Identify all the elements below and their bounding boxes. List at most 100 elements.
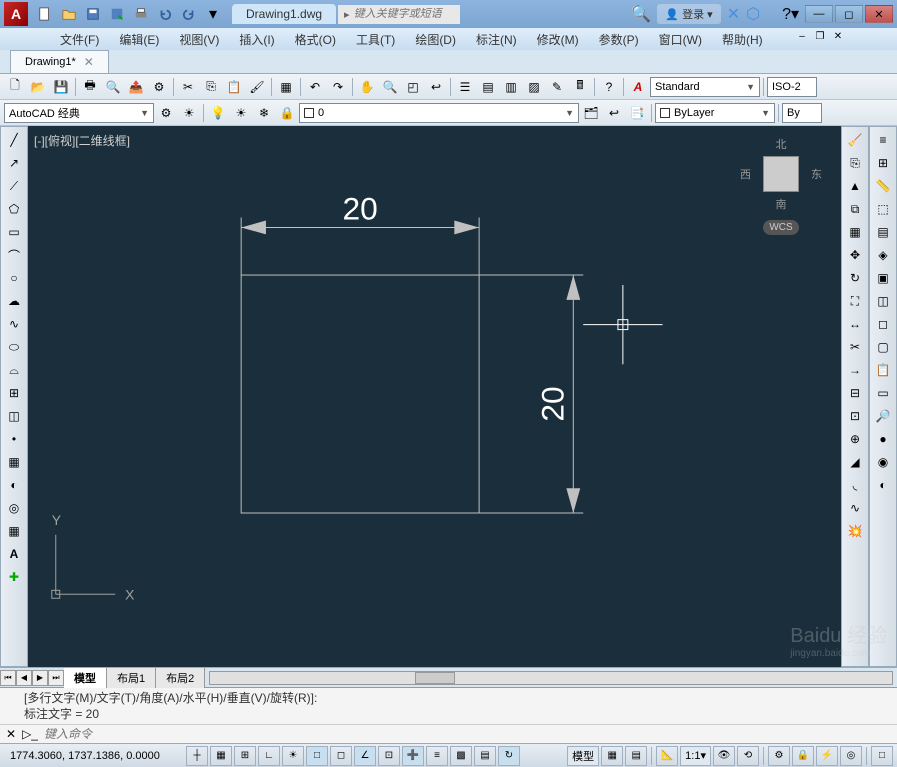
measure-icon[interactable]: 📏 bbox=[872, 175, 894, 197]
draworder-icon[interactable]: ≡ bbox=[872, 129, 894, 151]
constraint-icon[interactable]: ⊞ bbox=[872, 152, 894, 174]
mdi-close[interactable]: ✕ bbox=[829, 28, 847, 44]
render-icon[interactable]: ◉ bbox=[872, 451, 894, 473]
qat-save-icon[interactable] bbox=[82, 3, 104, 25]
minimize-button[interactable]: — bbox=[805, 5, 833, 23]
layout-next-icon[interactable]: ▶ bbox=[32, 670, 48, 686]
sheet-set-icon[interactable]: ▨ bbox=[523, 76, 545, 98]
search-box[interactable]: ▸ bbox=[338, 5, 460, 24]
toolbar-lock-icon[interactable]: 🔒 bbox=[792, 746, 814, 766]
action-recorder-icon[interactable]: ● bbox=[872, 428, 894, 450]
grid-display-icon[interactable]: ⊞ bbox=[234, 746, 256, 766]
command-close-icon[interactable]: ✕ bbox=[6, 727, 16, 741]
blend-tool-icon[interactable]: ∿ bbox=[844, 497, 866, 519]
tool-palettes-icon[interactable]: ▥ bbox=[500, 76, 522, 98]
rotate-tool-icon[interactable]: ↻ bbox=[844, 267, 866, 289]
text-style-dropdown[interactable]: Standard ▼ bbox=[650, 77, 760, 97]
redo-icon[interactable]: ↷ bbox=[327, 76, 349, 98]
object-snap-tracking-icon[interactable]: ∠ bbox=[354, 746, 376, 766]
join-tool-icon[interactable]: ⊕ bbox=[844, 428, 866, 450]
trim-tool-icon[interactable]: ✂ bbox=[844, 336, 866, 358]
mirror-tool-icon[interactable]: ▲ bbox=[844, 175, 866, 197]
revision-cloud-icon[interactable]: ☁ bbox=[3, 290, 25, 312]
fillet-tool-icon[interactable]: ◟ bbox=[844, 474, 866, 496]
polygon-tool-icon[interactable]: ⬠ bbox=[3, 198, 25, 220]
viewport-label[interactable]: [-][俯视][二维线框] bbox=[34, 132, 130, 149]
mdi-minimize[interactable]: ‒ bbox=[793, 28, 811, 44]
arc-tool-icon[interactable]: ⌒ bbox=[3, 244, 25, 266]
annotation-visibility-icon[interactable]: 👁 bbox=[713, 746, 735, 766]
layout-prev-icon[interactable]: ◀ bbox=[16, 670, 32, 686]
layer-prev-icon[interactable]: ↩ bbox=[603, 102, 625, 124]
app-icon[interactable]: A bbox=[4, 2, 28, 26]
lineweight-dropdown[interactable]: By bbox=[782, 103, 822, 123]
viewcube[interactable]: 北 西 东 南 WCS bbox=[741, 136, 821, 236]
qat-saveas-icon[interactable] bbox=[106, 3, 128, 25]
visual-styles-icon[interactable]: ◐ bbox=[872, 474, 894, 496]
qat-new-icon[interactable] bbox=[34, 3, 56, 25]
plot-preview-icon[interactable]: 🔍 bbox=[102, 76, 124, 98]
quick-view-drawings-icon[interactable]: ▤ bbox=[625, 746, 647, 766]
ellipse-arc-icon[interactable]: ⌓ bbox=[3, 359, 25, 381]
view-panel-icon[interactable]: ▭ bbox=[872, 382, 894, 404]
point-tool-icon[interactable]: • bbox=[3, 428, 25, 450]
snap-mode-icon[interactable]: ▦ bbox=[210, 746, 232, 766]
workspace-dropdown[interactable]: AutoCAD 经典 ▼ bbox=[4, 103, 154, 123]
menu-dimension[interactable]: 标注(N) bbox=[466, 28, 527, 50]
plot-icon[interactable]: 🖶 bbox=[79, 76, 101, 98]
design-center-icon[interactable]: ▤ bbox=[477, 76, 499, 98]
color-dropdown[interactable]: ByLayer ▼ bbox=[655, 103, 775, 123]
exchange-icon[interactable]: ✕ bbox=[727, 4, 740, 24]
zoom-prev-icon[interactable]: ↩ bbox=[425, 76, 447, 98]
publish-icon[interactable]: 📤 bbox=[125, 76, 147, 98]
layer-states-icon[interactable]: ☀ bbox=[230, 102, 252, 124]
document-tab-close-icon[interactable]: ✕ bbox=[84, 55, 94, 69]
quick-properties-icon[interactable]: ▤ bbox=[474, 746, 496, 766]
select-all-icon[interactable]: ⬚ bbox=[872, 198, 894, 220]
menu-window[interactable]: 窗口(W) bbox=[649, 28, 712, 50]
workspace-save-icon[interactable]: ☀ bbox=[178, 102, 200, 124]
undo-icon[interactable]: ↶ bbox=[304, 76, 326, 98]
measuregeom-icon[interactable]: ◻ bbox=[872, 313, 894, 335]
find-icon[interactable]: 🔎 bbox=[872, 405, 894, 427]
menu-modify[interactable]: 修改(M) bbox=[527, 28, 589, 50]
search-input[interactable] bbox=[354, 8, 454, 20]
scrollbar-thumb[interactable] bbox=[415, 672, 455, 684]
circle-tool-icon[interactable]: ○ bbox=[3, 267, 25, 289]
utilities-icon[interactable]: ▢ bbox=[872, 336, 894, 358]
group-icon[interactable]: ◫ bbox=[872, 290, 894, 312]
construction-line-icon[interactable]: ↗ bbox=[3, 152, 25, 174]
spline-tool-icon[interactable]: ∿ bbox=[3, 313, 25, 335]
offset-tool-icon[interactable]: ⧉ bbox=[844, 198, 866, 220]
viewcube-west[interactable]: 西 bbox=[740, 166, 751, 182]
pan-icon[interactable]: ✋ bbox=[356, 76, 378, 98]
menu-parametric[interactable]: 参数(P) bbox=[589, 28, 649, 50]
hardware-acceleration-icon[interactable]: ⚡ bbox=[816, 746, 838, 766]
zoom-window-icon[interactable]: ◰ bbox=[402, 76, 424, 98]
qat-undo-icon[interactable] bbox=[154, 3, 176, 25]
viewcube-face[interactable] bbox=[763, 156, 799, 192]
menu-tools[interactable]: 工具(T) bbox=[346, 28, 405, 50]
qat-open-icon[interactable] bbox=[58, 3, 80, 25]
layout-tab-model[interactable]: 模型 bbox=[64, 668, 107, 688]
cut-icon[interactable]: ✂ bbox=[177, 76, 199, 98]
make-block-icon[interactable]: ◫ bbox=[3, 405, 25, 427]
copy-icon[interactable]: ⎘ bbox=[200, 76, 222, 98]
erase-tool-icon[interactable]: 🧹 bbox=[844, 129, 866, 151]
ellipse-tool-icon[interactable]: ⬭ bbox=[3, 336, 25, 358]
document-tab[interactable]: Drawing1* ✕ bbox=[10, 50, 109, 73]
menu-view[interactable]: 视图(V) bbox=[169, 28, 229, 50]
break-tool-icon[interactable]: ⊡ bbox=[844, 405, 866, 427]
layer-match-icon[interactable]: 📑 bbox=[626, 102, 648, 124]
layout-tab-layout2[interactable]: 布局2 bbox=[156, 668, 205, 688]
dynamic-input-icon[interactable]: ➕ bbox=[402, 746, 424, 766]
polyline-tool-icon[interactable]: ⟋ bbox=[3, 175, 25, 197]
layer-dropdown[interactable]: 0 ▼ bbox=[299, 103, 579, 123]
paste-icon[interactable]: 📋 bbox=[223, 76, 245, 98]
menu-format[interactable]: 格式(O) bbox=[285, 28, 346, 50]
block-editor-icon[interactable]: ▦ bbox=[275, 76, 297, 98]
autodesk-icon[interactable]: ⬡ bbox=[746, 4, 760, 24]
mtext-tool-icon[interactable]: A bbox=[3, 543, 25, 565]
rectangle-tool-icon[interactable]: ▭ bbox=[3, 221, 25, 243]
annotation-scale-icon[interactable]: 📐 bbox=[656, 746, 678, 766]
